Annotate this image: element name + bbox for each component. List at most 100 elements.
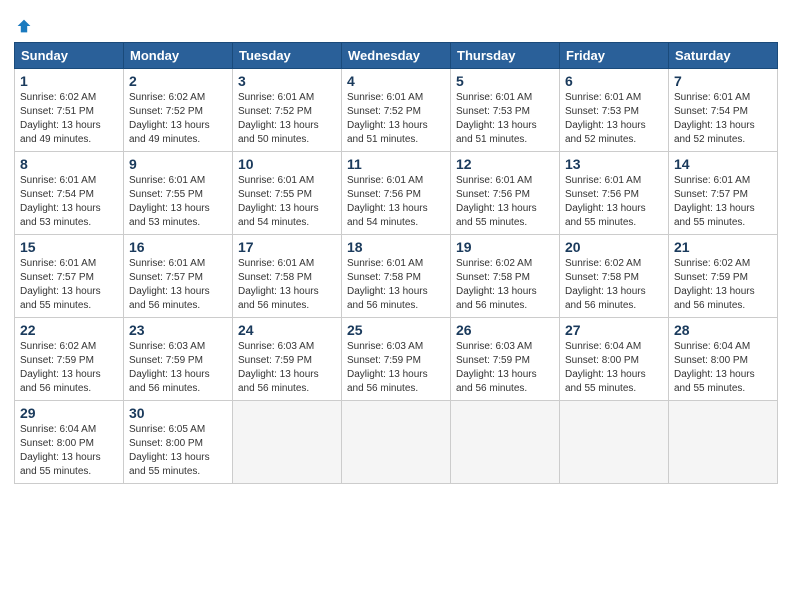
calendar-day-cell: 15Sunrise: 6:01 AMSunset: 7:57 PMDayligh… — [15, 235, 124, 318]
day-number: 17 — [238, 239, 336, 255]
page-container: SundayMondayTuesdayWednesdayThursdayFrid… — [0, 0, 792, 494]
calendar-week-row: 29 Sunrise: 6:04 AMSunset: 8:00 PMDayligh… — [15, 401, 778, 484]
calendar-body: 1Sunrise: 6:02 AMSunset: 7:51 PMDaylight… — [15, 69, 778, 484]
day-number: 27 — [565, 322, 663, 338]
day-info: Sunrise: 6:01 AMSunset: 7:54 PMDaylight:… — [674, 91, 772, 147]
day-info: Sunrise: 6:02 AMSunset: 7:59 PMDaylight:… — [674, 257, 772, 313]
day-number: 2 — [129, 73, 227, 89]
day-number: 6 — [565, 73, 663, 89]
day-number: 10 — [238, 156, 336, 172]
calendar-day-cell — [451, 401, 560, 484]
day-info: Sunrise: 6:01 AMSunset: 7:54 PMDaylight:… — [20, 174, 118, 230]
day-info: Sunrise: 6:02 AMSunset: 7:52 PMDaylight:… — [129, 91, 227, 147]
day-info: Sunrise: 6:02 AMSunset: 7:58 PMDaylight:… — [456, 257, 554, 313]
calendar-day-cell: 9 Sunrise: 6:01 AMSunset: 7:55 PMDaylight… — [124, 152, 233, 235]
calendar-week-row: 1Sunrise: 6:02 AMSunset: 7:51 PMDaylight… — [15, 69, 778, 152]
calendar-day-cell: 22 Sunrise: 6:02 AMSunset: 7:59 PMDayligh… — [15, 318, 124, 401]
calendar-day-cell — [233, 401, 342, 484]
day-number: 8 — [20, 156, 118, 172]
calendar-day-cell: 27Sunrise: 6:04 AMSunset: 8:00 PMDayligh… — [560, 318, 669, 401]
calendar-day-cell — [560, 401, 669, 484]
dow-header: Monday — [124, 43, 233, 69]
calendar-day-cell: 10 Sunrise: 6:01 AMSunset: 7:55 PMDayligh… — [233, 152, 342, 235]
calendar-day-cell: 14 Sunrise: 6:01 AMSunset: 7:57 PMDayligh… — [669, 152, 778, 235]
day-info: Sunrise: 6:04 AMSunset: 8:00 PMDaylight:… — [674, 340, 772, 396]
calendar-week-row: 22 Sunrise: 6:02 AMSunset: 7:59 PMDayligh… — [15, 318, 778, 401]
day-info: Sunrise: 6:02 AMSunset: 7:59 PMDaylight:… — [20, 340, 118, 396]
day-number: 12 — [456, 156, 554, 172]
day-number: 3 — [238, 73, 336, 89]
day-info: Sunrise: 6:01 AMSunset: 7:52 PMDaylight:… — [238, 91, 336, 147]
calendar-table: SundayMondayTuesdayWednesdayThursdayFrid… — [14, 42, 778, 484]
day-info: Sunrise: 6:03 AMSunset: 7:59 PMDaylight:… — [238, 340, 336, 396]
dow-header: Friday — [560, 43, 669, 69]
day-number: 14 — [674, 156, 772, 172]
day-number: 13 — [565, 156, 663, 172]
calendar-day-cell: 11Sunrise: 6:01 AMSunset: 7:56 PMDayligh… — [342, 152, 451, 235]
calendar-day-cell: 4 Sunrise: 6:01 AMSunset: 7:52 PMDaylight… — [342, 69, 451, 152]
day-number: 26 — [456, 322, 554, 338]
day-number: 9 — [129, 156, 227, 172]
calendar-day-cell — [669, 401, 778, 484]
dow-header: Saturday — [669, 43, 778, 69]
day-number: 22 — [20, 322, 118, 338]
day-number: 21 — [674, 239, 772, 255]
calendar-day-cell: 2 Sunrise: 6:02 AMSunset: 7:52 PMDaylight… — [124, 69, 233, 152]
calendar-day-cell: 18 Sunrise: 6:01 AMSunset: 7:58 PMDayligh… — [342, 235, 451, 318]
calendar-day-cell: 8 Sunrise: 6:01 AMSunset: 7:54 PMDaylight… — [15, 152, 124, 235]
dow-header: Thursday — [451, 43, 560, 69]
day-info: Sunrise: 6:01 AMSunset: 7:58 PMDaylight:… — [238, 257, 336, 313]
day-number: 7 — [674, 73, 772, 89]
day-info: Sunrise: 6:01 AMSunset: 7:58 PMDaylight:… — [347, 257, 445, 313]
day-info: Sunrise: 6:03 AMSunset: 7:59 PMDaylight:… — [129, 340, 227, 396]
day-info: Sunrise: 6:01 AMSunset: 7:57 PMDaylight:… — [129, 257, 227, 313]
day-info: Sunrise: 6:02 AMSunset: 7:58 PMDaylight:… — [565, 257, 663, 313]
calendar-day-cell: 28 Sunrise: 6:04 AMSunset: 8:00 PMDayligh… — [669, 318, 778, 401]
day-info: Sunrise: 6:04 AMSunset: 8:00 PMDaylight:… — [20, 423, 118, 479]
day-info: Sunrise: 6:01 AMSunset: 7:53 PMDaylight:… — [565, 91, 663, 147]
day-info: Sunrise: 6:01 AMSunset: 7:56 PMDaylight:… — [565, 174, 663, 230]
calendar-day-cell: 30 Sunrise: 6:05 AMSunset: 8:00 PMDayligh… — [124, 401, 233, 484]
calendar-day-cell — [342, 401, 451, 484]
day-info: Sunrise: 6:01 AMSunset: 7:56 PMDaylight:… — [456, 174, 554, 230]
calendar-day-cell: 25 Sunrise: 6:03 AMSunset: 7:59 PMDayligh… — [342, 318, 451, 401]
day-info: Sunrise: 6:01 AMSunset: 7:56 PMDaylight:… — [347, 174, 445, 230]
calendar-day-cell: 29 Sunrise: 6:04 AMSunset: 8:00 PMDayligh… — [15, 401, 124, 484]
calendar-day-cell: 17 Sunrise: 6:01 AMSunset: 7:58 PMDayligh… — [233, 235, 342, 318]
header — [14, 10, 778, 34]
calendar-day-cell: 26 Sunrise: 6:03 AMSunset: 7:59 PMDayligh… — [451, 318, 560, 401]
dow-header: Wednesday — [342, 43, 451, 69]
day-number: 30 — [129, 405, 227, 421]
calendar-day-cell: 16 Sunrise: 6:01 AMSunset: 7:57 PMDayligh… — [124, 235, 233, 318]
calendar-day-cell: 3 Sunrise: 6:01 AMSunset: 7:52 PMDaylight… — [233, 69, 342, 152]
day-number: 5 — [456, 73, 554, 89]
calendar-day-cell: 13 Sunrise: 6:01 AMSunset: 7:56 PMDayligh… — [560, 152, 669, 235]
day-info: Sunrise: 6:01 AMSunset: 7:57 PMDaylight:… — [20, 257, 118, 313]
day-number: 1 — [20, 73, 118, 89]
calendar-day-cell: 23 Sunrise: 6:03 AMSunset: 7:59 PMDayligh… — [124, 318, 233, 401]
day-of-week-row: SundayMondayTuesdayWednesdayThursdayFrid… — [15, 43, 778, 69]
day-info: Sunrise: 6:03 AMSunset: 7:59 PMDaylight:… — [347, 340, 445, 396]
calendar-day-cell: 19 Sunrise: 6:02 AMSunset: 7:58 PMDayligh… — [451, 235, 560, 318]
calendar-day-cell: 6 Sunrise: 6:01 AMSunset: 7:53 PMDaylight… — [560, 69, 669, 152]
day-info: Sunrise: 6:01 AMSunset: 7:52 PMDaylight:… — [347, 91, 445, 147]
calendar-day-cell: 21 Sunrise: 6:02 AMSunset: 7:59 PMDayligh… — [669, 235, 778, 318]
day-number: 23 — [129, 322, 227, 338]
day-number: 19 — [456, 239, 554, 255]
day-info: Sunrise: 6:03 AMSunset: 7:59 PMDaylight:… — [456, 340, 554, 396]
day-number: 25 — [347, 322, 445, 338]
day-number: 24 — [238, 322, 336, 338]
day-info: Sunrise: 6:05 AMSunset: 8:00 PMDaylight:… — [129, 423, 227, 479]
day-number: 28 — [674, 322, 772, 338]
calendar-day-cell: 24 Sunrise: 6:03 AMSunset: 7:59 PMDayligh… — [233, 318, 342, 401]
calendar-day-cell: 5Sunrise: 6:01 AMSunset: 7:53 PMDaylight… — [451, 69, 560, 152]
day-info: Sunrise: 6:01 AMSunset: 7:57 PMDaylight:… — [674, 174, 772, 230]
day-number: 29 — [20, 405, 118, 421]
calendar-week-row: 8 Sunrise: 6:01 AMSunset: 7:54 PMDaylight… — [15, 152, 778, 235]
day-number: 4 — [347, 73, 445, 89]
day-info: Sunrise: 6:01 AMSunset: 7:55 PMDaylight:… — [129, 174, 227, 230]
logo — [14, 10, 32, 34]
day-number: 18 — [347, 239, 445, 255]
day-info: Sunrise: 6:01 AMSunset: 7:55 PMDaylight:… — [238, 174, 336, 230]
day-number: 16 — [129, 239, 227, 255]
